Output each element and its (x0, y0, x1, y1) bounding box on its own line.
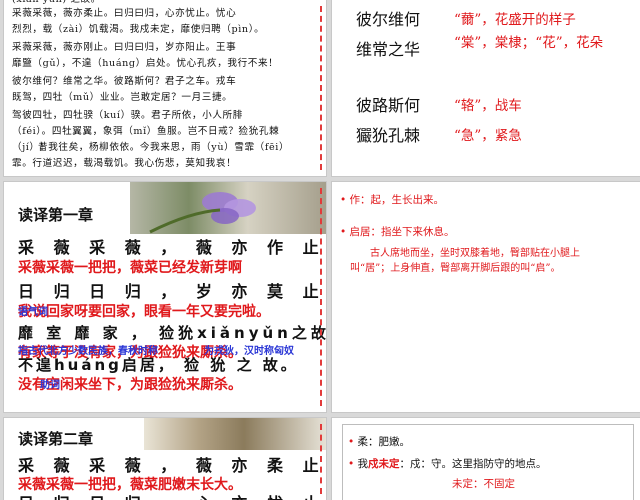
poem-line: 驾彼四牡，四牡骙（kuí）骙。君子所依，小人所腓 (12, 110, 243, 121)
glossary-term: 彼路斯何 (356, 96, 421, 115)
chapter2-slide: 读译第二章 采 薇 采 薇 ， 薇 亦 柔 止 。 采薇采薇一把把，薇菜肥嫩末长… (4, 418, 326, 500)
divider (320, 188, 322, 406)
poem-line: 昔我往矣，杨柳依依。今我来思，雨（yù）雪霏（fēi） (38, 142, 290, 153)
glossary-term: 维常之华 (356, 40, 421, 59)
annotation-overlay: 语气词 (18, 307, 48, 318)
verse-line: 日 归 日 归 ， 心 亦 忧 止 。 (18, 490, 326, 500)
glossary-definition: “棠”，棠棣；“花”，花朵 (454, 35, 604, 51)
notes2-slide: • 柔：肥嫩。 • 我戍未定：戍：守。这里指防守的地点。 未定：不固定 (332, 418, 640, 500)
chapter-title: 读译第二章 (18, 430, 94, 448)
verse-line: 日 归 日 归 ， 岁 亦 莫 止 。 (18, 282, 326, 301)
poem-line: （féi）。四牡翼翼，象弭（mǐ）鱼服。岂不日戒？猃狁孔棘 (12, 126, 280, 137)
bullet-icon: • (348, 458, 358, 470)
verse-line: 采 薇 采 薇 ， 薇 亦 作 止 。 (18, 238, 326, 257)
poem-line: 采薇采薇，薇亦柔止。曰归曰归，心亦忧止。忧心 (12, 8, 237, 19)
flower-icon (149, 192, 256, 234)
note-item: • 柔：肥嫩。 (348, 436, 411, 448)
note-item: • 作：起，生长出来。 (340, 194, 445, 206)
notes-slide: • 作：起，生长出来。 • 启居：指坐下来休息。 古人席地而坐，坐时双膝着地，臀… (332, 182, 640, 412)
chapter-title: 读译第一章 (18, 206, 94, 224)
note-item: • 我戍未定：戍：守。这里指防守的地点。 (348, 458, 547, 470)
translation-line: 采薇采薇一把把，薇菜已经发新芽啊 (18, 260, 242, 276)
glossary-definition: “辂”，战车 (454, 98, 522, 114)
annotation-overlay: 助词 (40, 380, 60, 391)
poem-line: 彼尔维何？维常之华。彼路斯何？君子之车。戎车 (12, 76, 237, 87)
note-item: • 启居：指坐下来休息。 (340, 226, 455, 238)
bullet-icon: • (340, 194, 350, 206)
bullet-icon: • (348, 436, 358, 448)
note-item: 未定：不固定 (452, 478, 515, 490)
glossary-definition: “急”，紧急 (454, 128, 522, 144)
chapter1-slide: 读译第一章 采 薇 采 薇 ， 薇 亦 作 止 。 采薇采薇一把把，薇菜已经发新… (4, 182, 326, 412)
glossary-term: 玁狁孔棘 (356, 126, 421, 145)
verse-line: 采 薇 采 薇 ， 薇 亦 柔 止 。 (18, 456, 326, 475)
flower-image (130, 182, 326, 234)
glossary-definition: “薾”，花盛开的样子 (454, 12, 576, 28)
glossary-slide: 彼尔维何 “薾”，花盛开的样子 维常之华 “棠”，棠棣；“花”，花朵 彼路斯何 … (332, 0, 640, 176)
annotation-overlay: 指古代北方少数民族，春秋时称 (18, 346, 158, 357)
poem-line: 采薇采薇，薇亦刚止。曰归曰归，岁亦阳止。王事 (12, 42, 237, 53)
annotation-overlay: 为戎狄，汉时称匈奴 (204, 346, 294, 357)
glossary-term: 彼尔维何 (356, 10, 421, 29)
verse-line: 不遑huáng启居， 猃 狁 之 故。 (18, 356, 299, 374)
poem-line: 既驾，四牡（mǔ）业业。岂敢定居？一月三捷。 (12, 92, 233, 103)
poem-line: 靡盬（gǔ），不遑（huáng）启处。忧心孔疚，我行不来！ (12, 58, 279, 69)
bullet-icon: • (340, 226, 350, 238)
note-body: 古人席地而坐，坐时双膝着地，臀部贴在小腿上叫“居”；上身伸直，臀部离开脚后跟的叫… (350, 248, 580, 274)
divider (320, 424, 322, 494)
branch-image (144, 418, 326, 450)
divider (320, 6, 322, 170)
translation-line: 我说回家呀要回家，眼看一年又要完啦。 (18, 304, 270, 320)
verse-line: 靡 室 靡 家 ， 猃狁xiǎnyǔn之故。 (18, 324, 326, 342)
poem-line: 霏。行道迟迟，载渴载饥。我心伤悲，莫知我哀！ (12, 158, 237, 169)
poem-slide: (xian yun) 之故。 采薇采薇，薇亦柔止。曰归曰归，心亦忧止。忧心 烈烈… (4, 0, 326, 176)
poem-line: 烈烈，载（zài）饥载渴。我戍未定，靡使归聘（pìn）。 (12, 24, 265, 35)
